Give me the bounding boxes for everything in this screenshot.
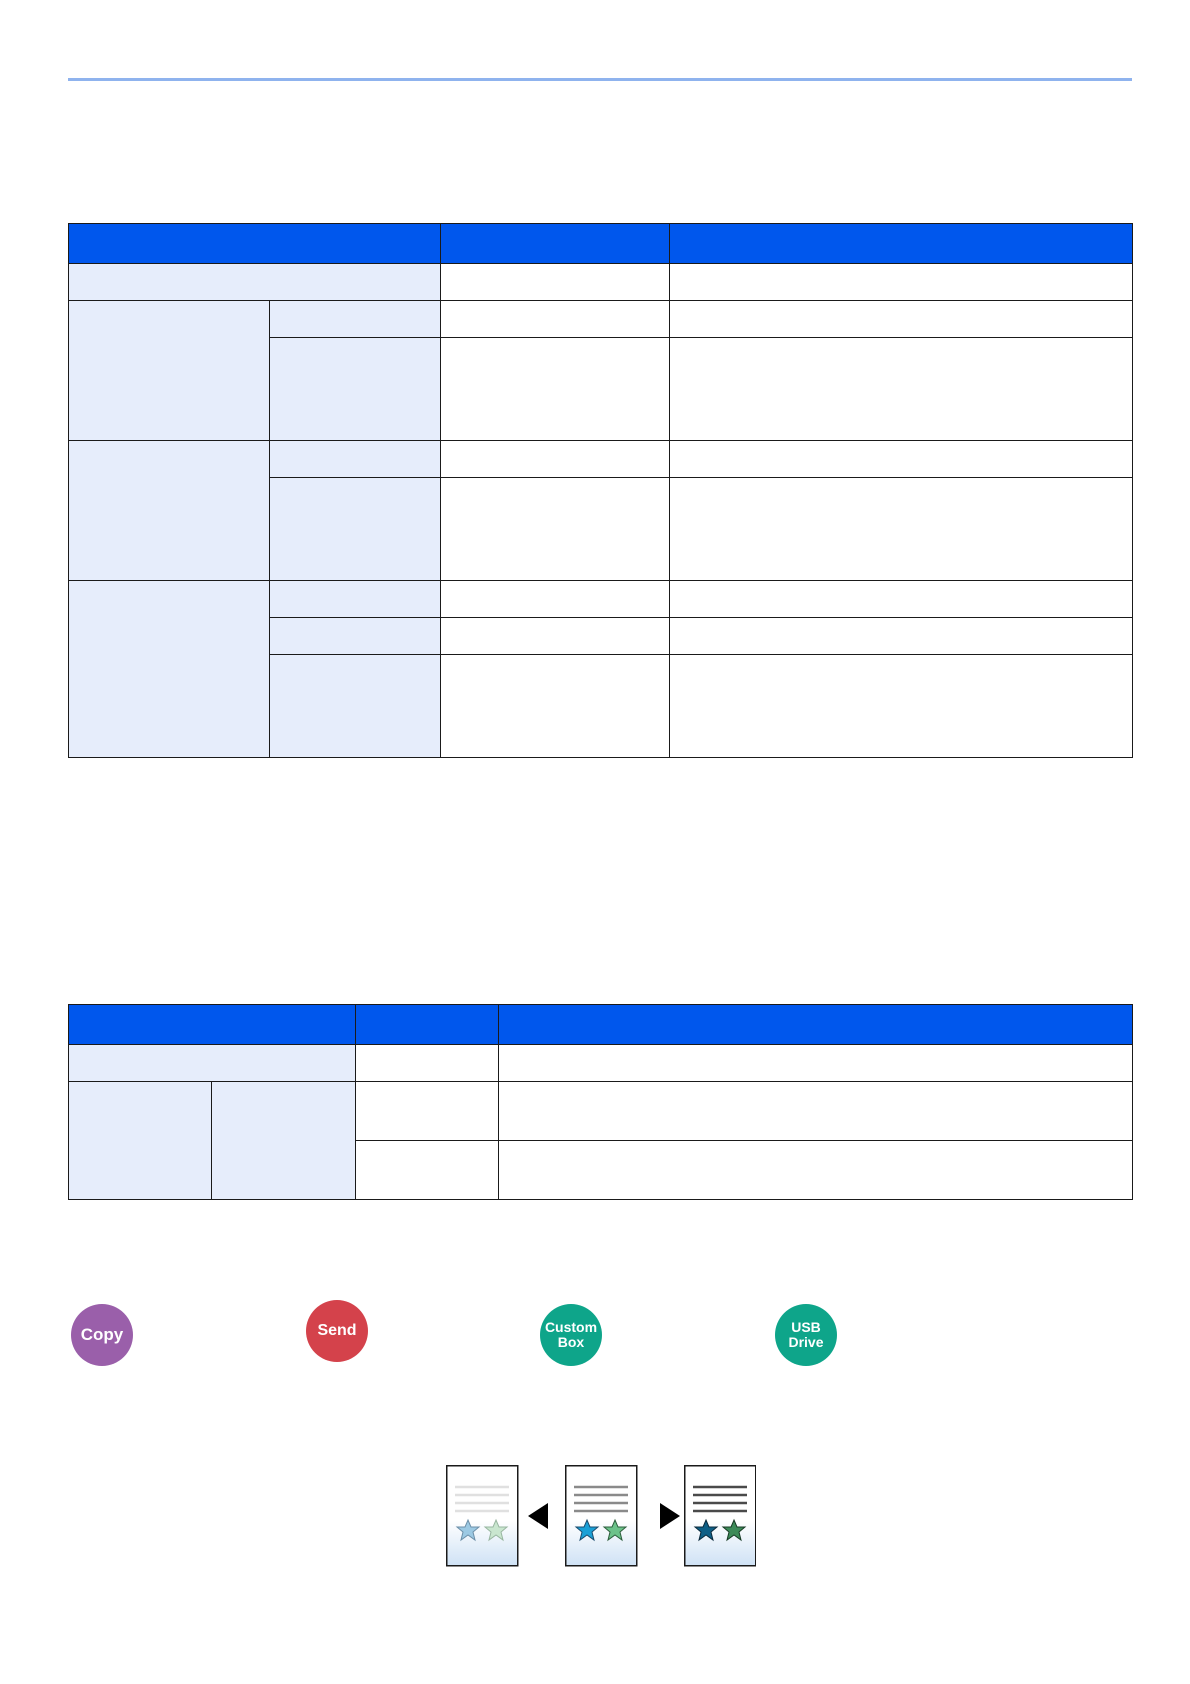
page-normal-icon bbox=[565, 1465, 638, 1567]
table-header-row bbox=[68, 1004, 1133, 1045]
header-cell-description bbox=[498, 1004, 1133, 1045]
row-description bbox=[669, 580, 1133, 618]
row-value bbox=[440, 300, 670, 338]
table-row bbox=[68, 1081, 1133, 1200]
row-value bbox=[440, 477, 670, 581]
group-key bbox=[68, 300, 270, 441]
row-description bbox=[669, 263, 1133, 301]
header-cell-item bbox=[68, 1004, 356, 1045]
row-value bbox=[440, 617, 670, 655]
sub-key bbox=[211, 1081, 356, 1200]
sub-key bbox=[269, 617, 441, 655]
row-value bbox=[440, 337, 670, 441]
row-value bbox=[355, 1140, 499, 1200]
table-row bbox=[68, 263, 1133, 301]
usb-drive-badge-label-2: Drive bbox=[788, 1334, 824, 1350]
row-value bbox=[355, 1044, 499, 1082]
row-value bbox=[440, 580, 670, 618]
header-cell-item bbox=[68, 223, 441, 264]
table-row bbox=[68, 1044, 1133, 1082]
row-description bbox=[669, 300, 1133, 338]
header-cell-value bbox=[440, 223, 670, 264]
custom-box-badge-label-1: Custom bbox=[544, 1319, 598, 1336]
page-dark-icon bbox=[684, 1465, 756, 1567]
sub-key bbox=[269, 440, 441, 478]
group-key bbox=[68, 1081, 212, 1200]
header-rule bbox=[68, 78, 1132, 81]
arrow-right-icon bbox=[660, 1503, 680, 1529]
settings-table-2 bbox=[68, 1004, 1133, 1200]
sub-key bbox=[269, 300, 441, 338]
arrow-left-icon bbox=[528, 1503, 548, 1529]
row-description bbox=[498, 1044, 1133, 1082]
copy-badge-label: Copy bbox=[80, 1325, 124, 1345]
row-key bbox=[68, 263, 441, 301]
row-description bbox=[498, 1081, 1133, 1141]
copy-badge: Copy bbox=[71, 1304, 133, 1366]
send-badge-label: Send bbox=[317, 1321, 357, 1339]
settings-table-1 bbox=[68, 223, 1133, 758]
header-cell-value bbox=[355, 1004, 499, 1045]
sub-key bbox=[269, 654, 441, 758]
row-value bbox=[440, 654, 670, 758]
header-cell-description bbox=[669, 223, 1133, 264]
row-value bbox=[440, 440, 670, 478]
row-description bbox=[669, 440, 1133, 478]
row-description bbox=[669, 477, 1133, 581]
page-light-icon bbox=[446, 1465, 519, 1567]
sub-key bbox=[269, 337, 441, 441]
row-value bbox=[355, 1081, 499, 1141]
row-key bbox=[68, 1044, 356, 1082]
sub-key bbox=[269, 477, 441, 581]
row-value bbox=[440, 263, 670, 301]
sub-key bbox=[269, 580, 441, 618]
table-row bbox=[68, 440, 1133, 581]
group-key bbox=[68, 580, 270, 758]
density-illustration bbox=[446, 1465, 756, 1567]
usb-drive-badge-label-1: USB bbox=[791, 1319, 821, 1336]
custom-box-badge-label-2: Box bbox=[557, 1334, 585, 1350]
custom-box-badge: Custom Box bbox=[540, 1304, 602, 1366]
table-row bbox=[68, 300, 1133, 441]
row-description bbox=[669, 617, 1133, 655]
table-row bbox=[68, 580, 1133, 758]
usb-drive-badge: USB Drive bbox=[775, 1304, 837, 1366]
row-description bbox=[669, 337, 1133, 441]
send-badge: Send bbox=[306, 1300, 368, 1362]
row-description bbox=[498, 1140, 1133, 1200]
table-header-row bbox=[68, 223, 1133, 264]
row-description bbox=[669, 654, 1133, 758]
group-key bbox=[68, 440, 270, 581]
